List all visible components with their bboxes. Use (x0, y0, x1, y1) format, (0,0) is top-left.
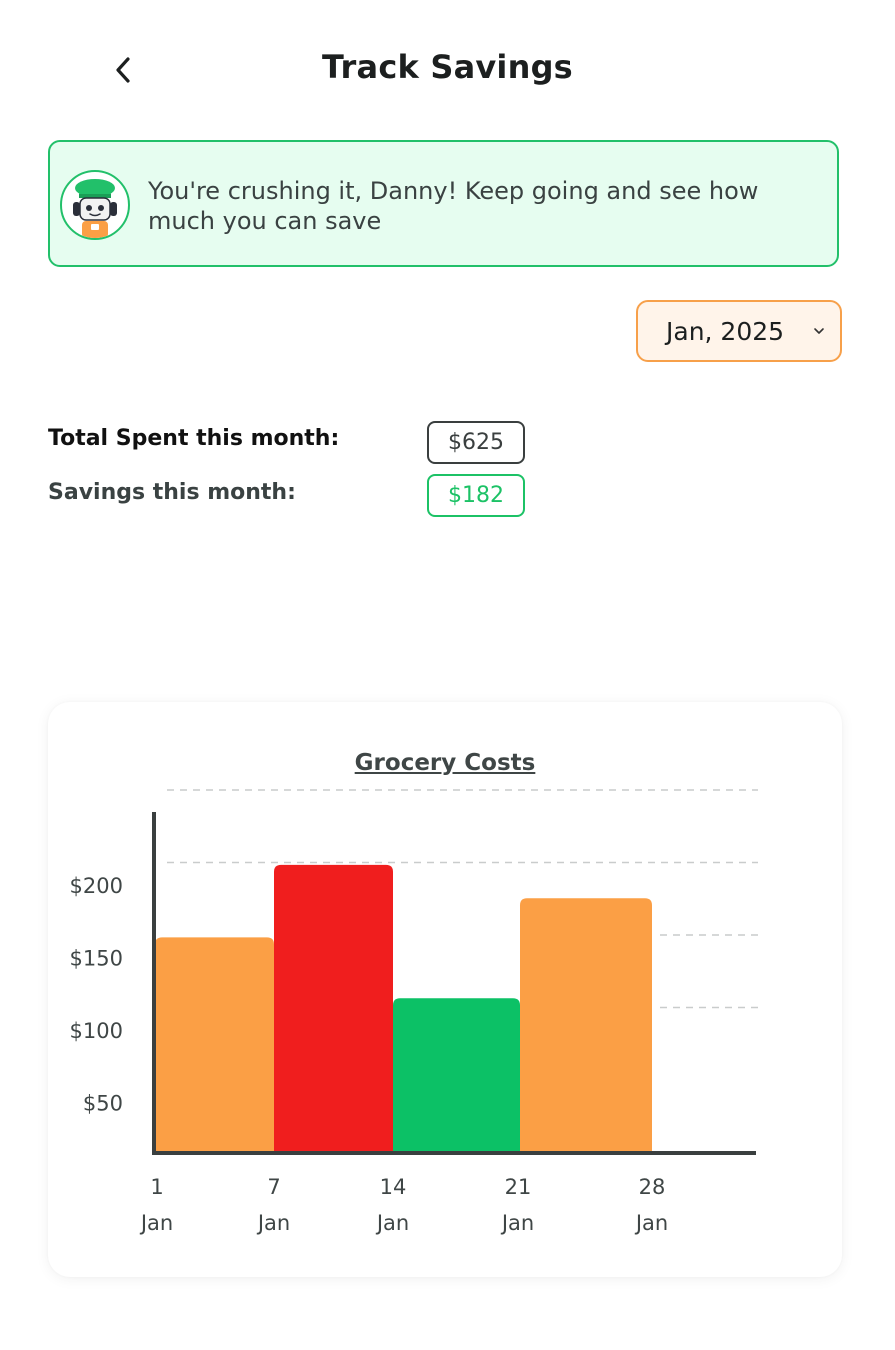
x-tick-label: 21 (505, 1175, 532, 1199)
chart-bar (520, 898, 652, 1152)
x-tick-label: 1 (150, 1175, 163, 1199)
chart-bar (274, 864, 393, 1152)
chart-bar (393, 998, 520, 1152)
x-tick-label: 7 (267, 1175, 280, 1199)
y-tick-label: $200 (70, 874, 123, 898)
page-title: Track Savings (322, 48, 573, 86)
month-select-value: Jan, 2025 (666, 316, 785, 346)
encouragement-banner: You're crushing it, Danny! Keep going an… (48, 140, 839, 267)
total-spent-label: Total Spent this month: (48, 426, 340, 451)
total-spent-value: $625 (427, 421, 525, 464)
chevron-down-icon (814, 328, 824, 334)
x-tick-label: Jan (139, 1211, 173, 1235)
grocery-costs-chart: $50 $100 $150 $200 1 Jan 7 Jan 14 Jan 21 Jan 28 Jan (70, 789, 758, 1235)
y-tick-label: $50 (83, 1092, 123, 1116)
savings-label: Savings this month: (48, 480, 296, 505)
savings-value: $182 (427, 474, 525, 517)
chef-robot-mascot-icon (60, 170, 130, 240)
x-tick-label: Jan (500, 1211, 534, 1235)
x-tick-label: Jan (375, 1211, 409, 1235)
grocery-costs-card: Grocery Costs $50 $100 $150 $200 1 Jan 7 Jan 14 J… (48, 702, 842, 1277)
x-tick-label: 28 (639, 1175, 666, 1199)
y-tick-label: $100 (70, 1019, 123, 1043)
chart-bar (155, 937, 274, 1152)
x-tick-label: 14 (380, 1175, 407, 1199)
x-tick-label: Jan (256, 1211, 290, 1235)
month-select[interactable]: Jan, 2025 (636, 300, 842, 362)
y-tick-label: $150 (70, 947, 123, 971)
encouragement-message: You're crushing it, Danny! Keep going an… (148, 177, 759, 235)
x-tick-label: Jan (634, 1211, 668, 1235)
